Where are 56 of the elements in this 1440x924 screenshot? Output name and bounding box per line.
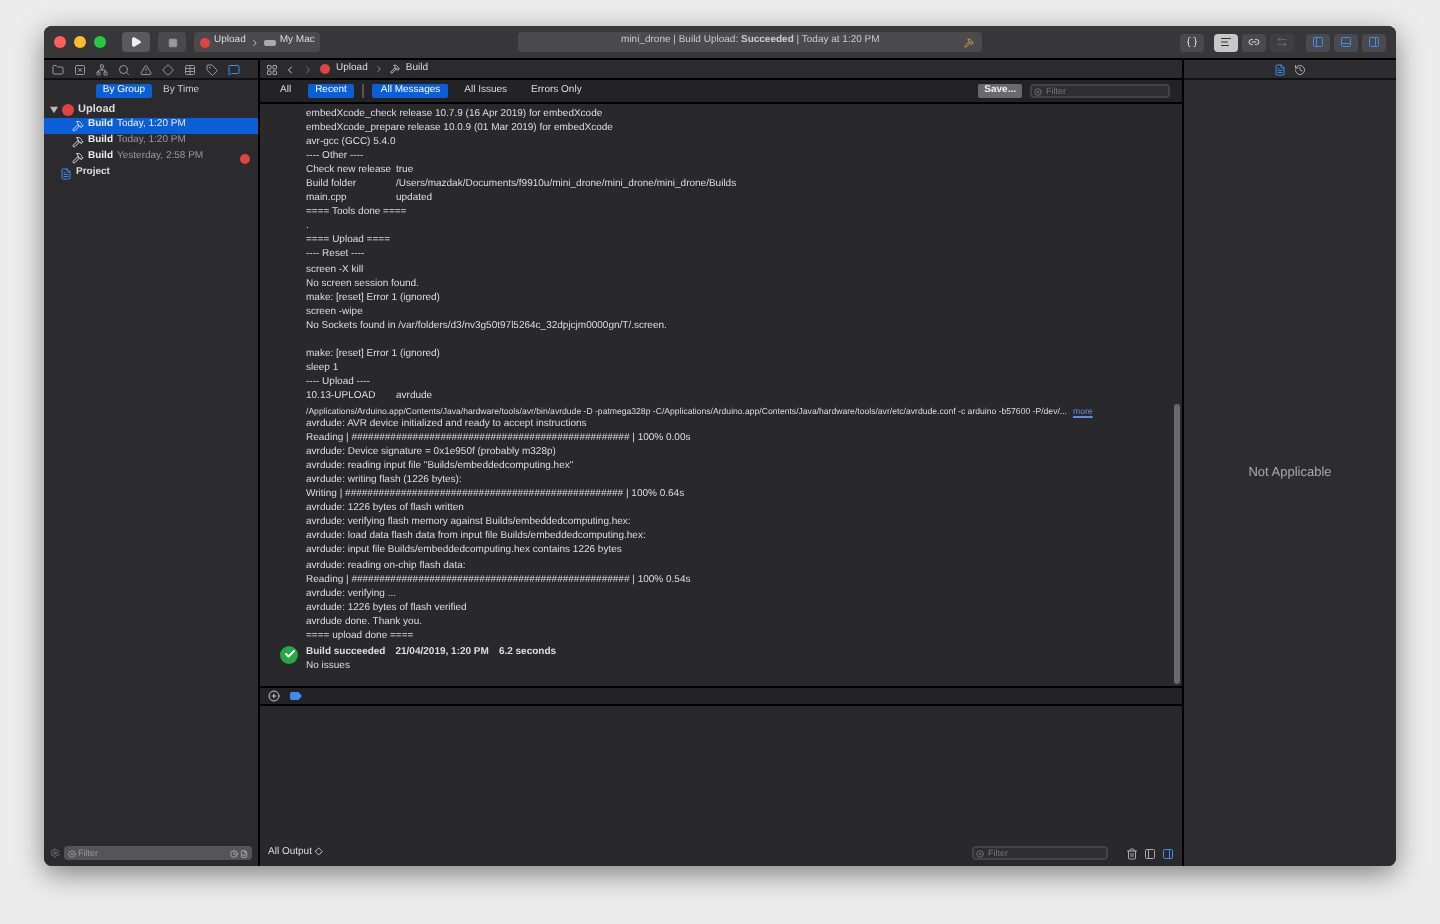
chevron-icon (373, 64, 384, 74)
scheme-icon (200, 37, 210, 47)
clock-icon[interactable] (230, 849, 238, 857)
standard-editor-button[interactable] (1214, 33, 1238, 51)
hammer-icon (389, 64, 400, 74)
inspector-toggle[interactable] (1362, 33, 1386, 51)
stop-button[interactable] (158, 32, 186, 52)
assistant-editor-button[interactable] (1242, 33, 1266, 51)
scheme-icon (320, 64, 330, 74)
left-panel-icon[interactable] (1144, 847, 1156, 859)
run-button[interactable] (122, 32, 150, 52)
hammer-icon (72, 136, 84, 148)
chevron-icon (249, 37, 260, 47)
expand-icon[interactable] (268, 690, 280, 702)
rings-icon (1248, 36, 1260, 48)
source-control-icon[interactable] (74, 63, 86, 75)
document-icon[interactable] (240, 849, 248, 857)
filter-icon (1034, 87, 1042, 95)
filter-icon (68, 849, 76, 857)
navigator-toggle[interactable] (1306, 33, 1330, 51)
list-icon[interactable] (184, 63, 196, 75)
play-icon (130, 36, 142, 48)
zoom-button[interactable] (94, 36, 106, 48)
hierarchy-icon[interactable] (96, 63, 108, 75)
library-button[interactable] (1180, 33, 1204, 51)
mac-icon (263, 39, 276, 45)
warning-icon[interactable] (140, 63, 152, 75)
back-icon[interactable] (284, 63, 296, 75)
hammer-icon (964, 37, 975, 47)
search-icon[interactable] (118, 63, 130, 75)
diamond-icon[interactable] (162, 63, 174, 75)
error-badge-icon (62, 104, 74, 116)
hammer-icon (72, 152, 84, 164)
folder-icon[interactable] (52, 63, 64, 75)
history-icon[interactable] (1294, 63, 1306, 75)
debug-area-toggle[interactable] (1334, 33, 1358, 51)
close-button[interactable] (54, 36, 66, 48)
filter-icon (976, 849, 984, 857)
left-panel-icon (1312, 36, 1324, 48)
tag-icon[interactable] (206, 63, 218, 75)
right-panel-icon[interactable] (1162, 847, 1174, 859)
stop-icon (167, 37, 177, 47)
grid-icon[interactable] (266, 63, 278, 75)
braces-icon (1186, 36, 1198, 48)
disclosure-triangle-icon[interactable] (50, 106, 58, 114)
minimize-button[interactable] (74, 36, 86, 48)
lines-icon (1220, 36, 1232, 48)
arrows-icon (1276, 36, 1288, 48)
document-icon (60, 168, 72, 180)
hammer-icon (72, 120, 84, 132)
trash-icon[interactable] (1126, 847, 1138, 859)
report-icon[interactable] (228, 63, 240, 75)
bottom-panel-icon (1340, 36, 1352, 48)
right-panel-icon (1368, 36, 1380, 48)
document-icon[interactable] (1274, 63, 1286, 75)
breakpoints-icon[interactable] (290, 692, 302, 700)
